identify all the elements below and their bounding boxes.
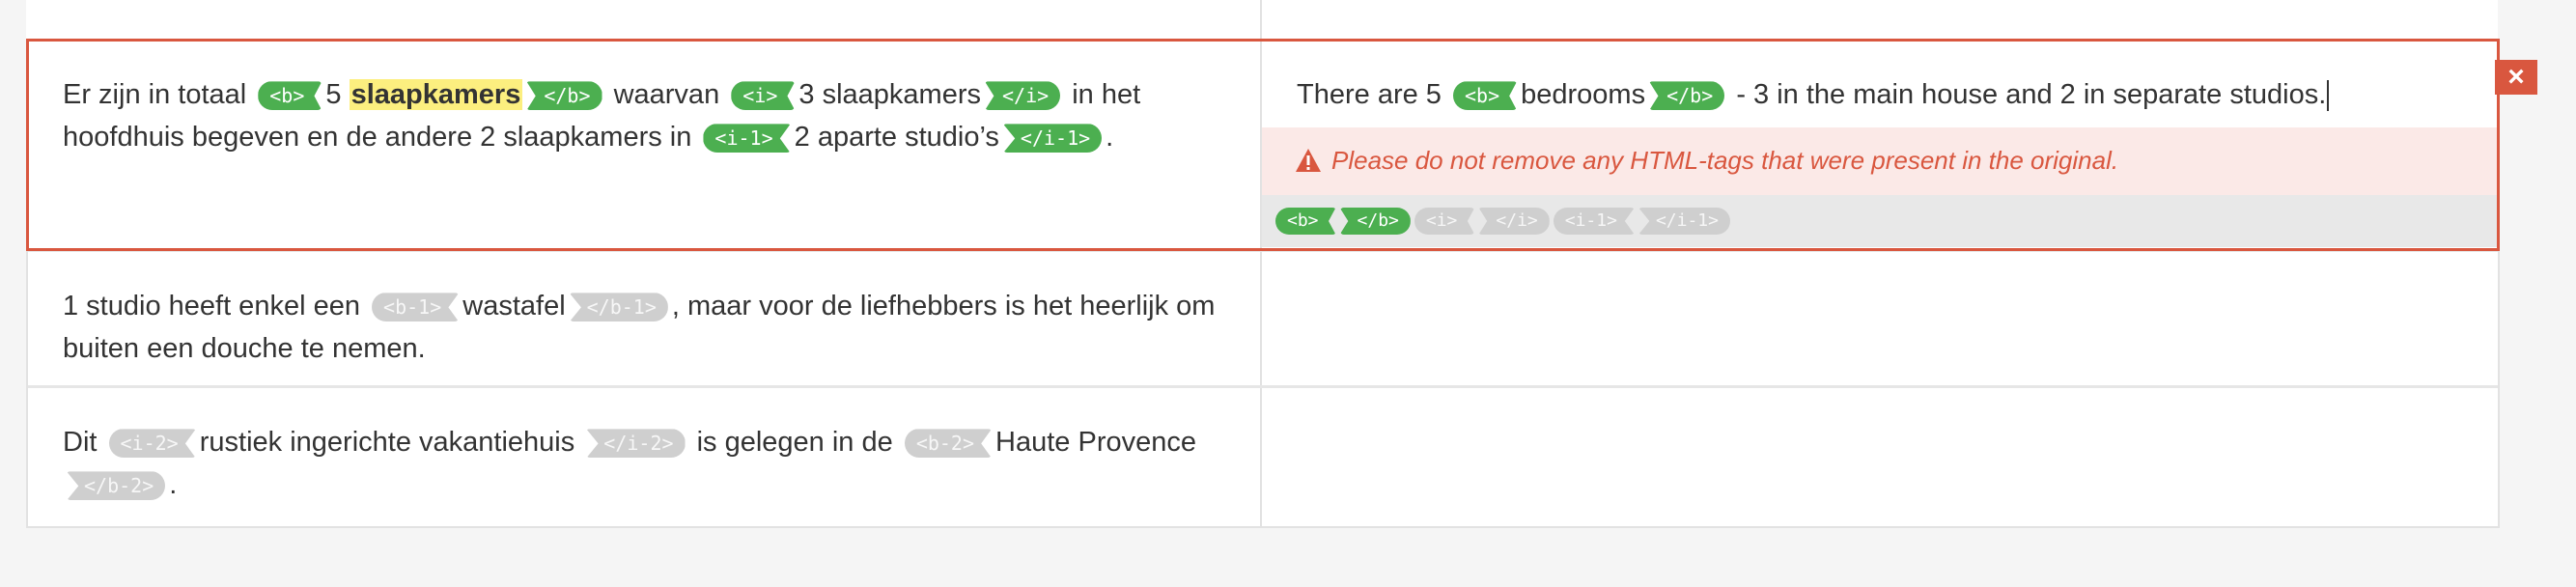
tag-b2-open: <b-2> — [904, 429, 993, 459]
source-text: 5 — [325, 79, 342, 110]
tag-i2-open: <i-2> — [108, 429, 196, 459]
previous-row-strip — [26, 0, 2498, 41]
source-text: Dit — [63, 427, 98, 458]
tag-b2-close: </b-2> — [67, 471, 166, 501]
tagbar-b-close[interactable]: </b> — [1339, 208, 1411, 235]
source-text: 2 aparte studio’s — [794, 122, 999, 153]
column-divider — [1260, 0, 1262, 39]
source-text: waarvan — [613, 79, 720, 110]
source-cell: Er zijn in totaal <b> 5 slaapkamers </b> w… — [28, 41, 1262, 249]
segment-row[interactable]: 1 studio heeft enkel een <b-1> wastafel </… — [28, 249, 2498, 385]
warning-triangle-icon — [1296, 149, 1321, 172]
tag-i2-close: </i-2> — [586, 429, 686, 459]
warning-text: Please do not remove any HTML-tags that … — [1331, 146, 2119, 175]
translation-table: Er zijn in totaal <b> 5 slaapkamers </b> w… — [26, 39, 2500, 528]
tagbar-i-close[interactable]: </i> — [1478, 208, 1550, 235]
close-icon[interactable]: × — [2495, 60, 2537, 95]
source-text: is gelegen in de — [696, 427, 893, 458]
tag-warning: Please do not remove any HTML-tags that … — [1262, 127, 2498, 195]
tag-i-close: </i> — [984, 81, 1061, 111]
source-text: Er zijn in totaal — [63, 79, 247, 110]
source-cell: 1 studio heeft enkel een <b-1> wastafel </… — [28, 252, 1262, 385]
tag-i-open: <i> — [731, 81, 796, 111]
available-tags-bar: <b> </b> <i> </i> <i-1> </i-1> — [1262, 195, 2498, 247]
target-text: bedrooms — [1521, 79, 1646, 110]
tag-b-close: </b> — [526, 81, 602, 111]
source-text: . — [1106, 122, 1114, 153]
tagbar-i1-open[interactable]: <i-1> — [1553, 208, 1635, 235]
target-cell[interactable] — [1262, 388, 2498, 526]
text-cursor — [2327, 80, 2330, 112]
source-text: wastafel — [462, 291, 566, 321]
tag-i1-close: </i-1> — [1002, 124, 1103, 154]
target-text: - 3 in the main house and 2 in separate … — [1736, 79, 2327, 110]
tag-b-open: <b> — [258, 81, 322, 111]
source-cell: Dit <i-2> rustiek ingerichte vakantiehuis… — [28, 388, 1262, 526]
source-text: 3 slaapkamers — [798, 79, 981, 110]
target-editor[interactable]: There are 5 <b> bedrooms </b> - 3 in the m… — [1262, 41, 2498, 127]
source-text: Haute Provence — [995, 427, 1196, 458]
target-cell[interactable]: There are 5 <b> bedrooms </b> - 3 in the m… — [1262, 41, 2498, 249]
tagbar-b-open[interactable]: <b> — [1275, 208, 1336, 235]
tag-b-close[interactable]: </b> — [1649, 81, 1725, 111]
segment-row-active[interactable]: Er zijn in totaal <b> 5 slaapkamers </b> w… — [26, 39, 2500, 251]
search-highlight: slaapkamers — [349, 79, 523, 110]
tag-b1-close: </b-1> — [569, 293, 668, 322]
segment-row[interactable]: Dit <i-2> rustiek ingerichte vakantiehuis… — [28, 385, 2498, 526]
tag-b1-open: <b-1> — [372, 293, 460, 322]
source-text: . — [169, 469, 178, 500]
tag-i1-open: <i-1> — [703, 124, 791, 154]
source-text: 1 studio heeft enkel een — [63, 291, 360, 321]
source-text: rustiek ingerichte vakantiehuis — [199, 427, 575, 458]
target-cell[interactable] — [1262, 252, 2498, 385]
tagbar-i-open[interactable]: <i> — [1414, 208, 1475, 235]
tag-b-open[interactable]: <b> — [1452, 81, 1518, 111]
tagbar-i1-close[interactable]: </i-1> — [1638, 208, 1730, 235]
target-text: There are 5 — [1297, 79, 1442, 110]
